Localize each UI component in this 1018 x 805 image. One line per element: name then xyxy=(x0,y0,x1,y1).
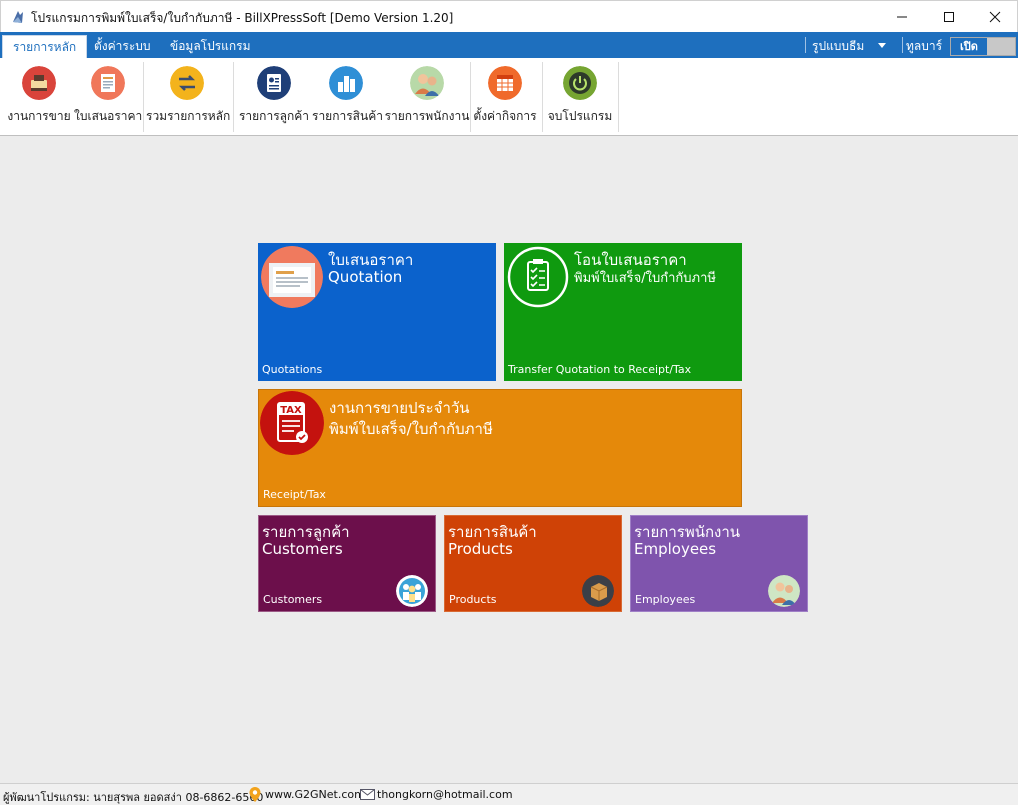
products-icon xyxy=(329,66,363,100)
ribbon-label: รายการพนักงาน xyxy=(384,109,470,123)
power-icon xyxy=(563,66,597,100)
receipt-footer: Receipt/Tax xyxy=(263,488,326,501)
toggle-on-label: เปิด xyxy=(951,38,987,55)
quotation-footer: Quotations xyxy=(262,363,323,376)
customers-title-english: Customers xyxy=(262,540,343,558)
employees-footer: Employees xyxy=(635,593,696,606)
daily-sales-title-line2: พิมพ์ใบเสร็จ/ใบกำกับภาษี xyxy=(329,420,493,438)
close-button[interactable] xyxy=(972,1,1018,32)
maximize-icon xyxy=(944,11,954,22)
developer-info: ผู้พัฒนาโปรแกรม: นายสุรพล ยอดสง่า 08-686… xyxy=(3,791,264,804)
tax-invoice-icon: TAX xyxy=(260,391,324,455)
ribbon-separator xyxy=(233,62,234,132)
ribbon-label: รวมรายการหลัก xyxy=(146,109,231,123)
ribbon-label: จบโปรแกรม xyxy=(547,109,613,123)
products-tile[interactable]: รายการสินค้า Products Products xyxy=(444,515,622,612)
products-footer: Products xyxy=(449,593,497,606)
ribbon-label: งานการขาย xyxy=(7,109,71,123)
ribbon-label: ใบเสนอราคา xyxy=(74,109,143,123)
clipboard-checklist-icon xyxy=(507,246,569,308)
customers-group-icon xyxy=(396,575,428,607)
customers-button[interactable]: รายการลูกค้า xyxy=(238,62,310,128)
chevron-down-icon[interactable] xyxy=(878,43,886,48)
window-title: โปรแกรมการพิมพ์ใบเสร็จ/ใบกำกับภาษี - Bil… xyxy=(31,11,454,25)
quotation-button[interactable]: ใบเสนอราคา xyxy=(74,62,142,128)
ribbon-separator xyxy=(143,62,144,132)
customers-footer: Customers xyxy=(263,593,323,606)
company-settings-icon xyxy=(488,66,522,100)
transfer-quotation-tile[interactable]: โอนใบเสนอราคา พิมพ์ใบเสร็จ/ใบกำกับภาษี T… xyxy=(504,243,742,381)
email-link[interactable]: thongkorn@hotmail.com xyxy=(377,788,513,801)
ribbon-label: รายการลูกค้า xyxy=(238,109,310,123)
tab-program-info[interactable]: ข้อมูลโปรแกรม xyxy=(160,35,261,58)
ribbon-separator xyxy=(618,62,619,132)
merge-main-items-button[interactable]: รวมรายการหลัก xyxy=(146,62,231,128)
minimize-button[interactable] xyxy=(879,1,925,32)
employees-people-icon xyxy=(768,575,800,607)
ribbon-label: ตั้งค่ากิจการ xyxy=(473,109,537,123)
location-pin-icon xyxy=(249,787,261,802)
maximize-button[interactable] xyxy=(926,1,972,32)
exit-program-button[interactable]: จบโปรแกรม xyxy=(546,62,614,128)
tab-main-items[interactable]: รายการหลัก xyxy=(2,35,88,58)
ribbon-separator xyxy=(542,62,543,132)
website-link[interactable]: www.G2GNet.com xyxy=(265,788,365,801)
tax-badge-text: TAX xyxy=(280,405,302,416)
toolbar-toggle[interactable]: เปิด xyxy=(950,37,1016,56)
package-box-icon xyxy=(582,575,614,607)
title-bar: โปรแกรมการพิมพ์ใบเสร็จ/ใบกำกับภาษี - Bil… xyxy=(0,0,1018,32)
sales-button[interactable]: งานการขาย xyxy=(6,62,72,128)
customers-tile[interactable]: รายการลูกค้า Customers Customers xyxy=(258,515,436,612)
quotation-title-english: Quotation xyxy=(328,268,403,286)
ribbon-toolbar: งานการขาย ใบเสนอราคา รวมรายการหลัก รายกา… xyxy=(0,58,1018,136)
tab-system-settings[interactable]: ตั้งค่าระบบ xyxy=(84,35,161,58)
customer-card-icon xyxy=(257,66,291,100)
menu-separator xyxy=(805,37,806,53)
status-bar: ผู้พัฒนาโปรแกรม: นายสุรพล ยอดสง่า 08-686… xyxy=(0,783,1018,805)
quotation-tile[interactable]: ใบเสนอราคา Quotation Quotations xyxy=(258,243,496,381)
employees-button[interactable]: รายการพนักงาน xyxy=(384,62,470,128)
transfer-footer: Transfer Quotation to Receipt/Tax xyxy=(508,363,692,376)
quotation-document-icon xyxy=(261,246,323,308)
email-icon xyxy=(360,789,375,800)
transfer-title-line2: พิมพ์ใบเสร็จ/ใบกำกับภาษี xyxy=(574,271,716,286)
app-logo-icon xyxy=(13,11,23,23)
menu-separator xyxy=(902,37,903,53)
company-settings-button[interactable]: ตั้งค่ากิจการ xyxy=(472,62,538,128)
theme-menu[interactable]: รูปแบบธีม xyxy=(812,37,864,56)
toolbar-label: ทูลบาร์ xyxy=(906,39,943,53)
quotation-icon xyxy=(91,66,125,100)
close-icon xyxy=(989,11,1001,22)
products-title-english: Products xyxy=(448,540,513,558)
minimize-icon xyxy=(897,16,907,17)
employees-tile[interactable]: รายการพนักงาน Employees Employees xyxy=(630,515,808,612)
cash-register-icon xyxy=(22,66,56,100)
employees-icon xyxy=(410,66,444,100)
daily-sales-receipt-tile[interactable]: TAX งานการขายประจำวัน พิมพ์ใบเสร็จ/ใบกำก… xyxy=(258,389,742,507)
ribbon-separator xyxy=(470,62,471,132)
menu-bar: รายการหลัก ตั้งค่าระบบ ข้อมูลโปรแกรม รูป… xyxy=(0,32,1018,58)
products-button[interactable]: รายการสินค้า xyxy=(312,62,383,128)
ribbon-label: รายการสินค้า xyxy=(312,109,383,123)
transfer-icon xyxy=(170,66,204,100)
employees-title-english: Employees xyxy=(634,540,717,558)
